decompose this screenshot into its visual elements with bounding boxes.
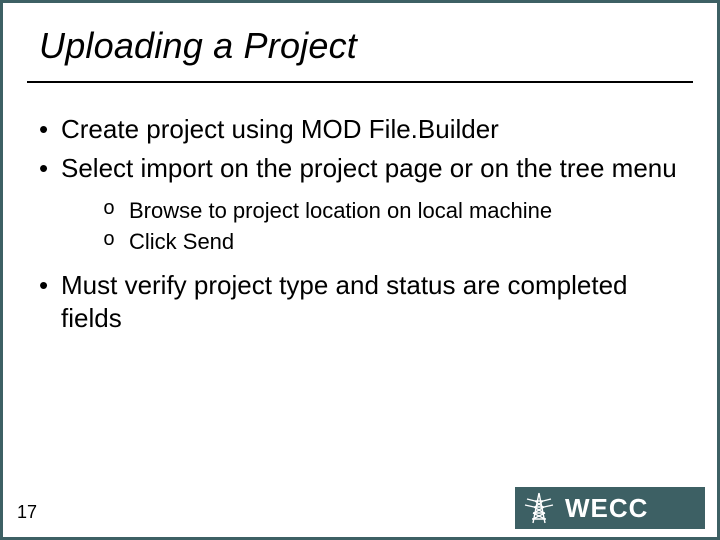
wecc-logo: WECC: [515, 487, 705, 529]
page-number: 17: [17, 502, 37, 523]
bullet-list: Create project using MOD File.Builder Se…: [33, 113, 687, 335]
slide-title: Uploading a Project: [39, 25, 357, 67]
bullet-text: Must verify project type and status are …: [61, 270, 628, 333]
sub-bullet-text: Click Send: [129, 229, 234, 254]
tower-icon: [521, 491, 557, 525]
list-item: Click Send: [61, 227, 687, 257]
list-item: Select import on the project page or on …: [33, 152, 687, 257]
slide-footer: 17 WECC: [3, 491, 717, 537]
list-item: Create project using MOD File.Builder: [33, 113, 687, 146]
slide: Uploading a Project Create project using…: [0, 0, 720, 540]
title-underline: [27, 81, 693, 83]
list-item: Browse to project location on local mach…: [61, 196, 687, 226]
slide-content: Create project using MOD File.Builder Se…: [33, 113, 687, 341]
logo-text: WECC: [565, 493, 648, 524]
bullet-text: Create project using MOD File.Builder: [61, 114, 499, 144]
bullet-text: Select import on the project page or on …: [61, 153, 677, 183]
list-item: Must verify project type and status are …: [33, 269, 687, 336]
sub-bullet-text: Browse to project location on local mach…: [129, 198, 552, 223]
sub-list: Browse to project location on local mach…: [61, 196, 687, 257]
